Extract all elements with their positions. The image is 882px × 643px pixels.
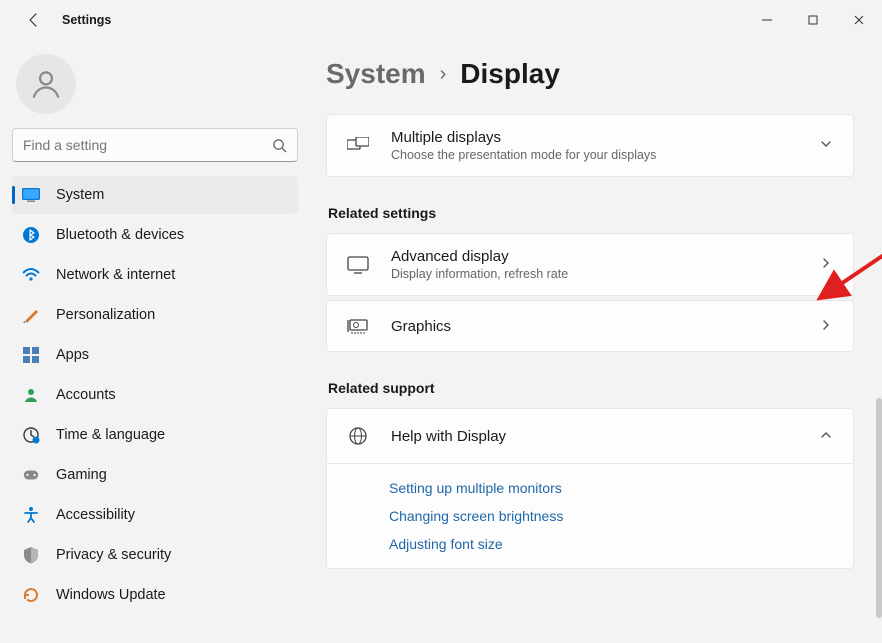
update-icon bbox=[22, 586, 40, 604]
sidebar-item-apps[interactable]: Apps bbox=[12, 336, 298, 374]
shield-icon bbox=[22, 546, 40, 564]
sidebar-item-gaming[interactable]: Gaming bbox=[12, 456, 298, 494]
minimize-button[interactable] bbox=[744, 0, 790, 40]
person-icon bbox=[22, 386, 40, 404]
sidebar-item-label: Windows Update bbox=[56, 587, 166, 603]
card-title: Multiple displays bbox=[391, 129, 797, 146]
card-subtitle: Display information, refresh rate bbox=[391, 267, 797, 281]
sidebar-item-update[interactable]: Windows Update bbox=[12, 576, 298, 614]
search-input[interactable] bbox=[12, 128, 298, 162]
card-subtitle: Choose the presentation mode for your di… bbox=[391, 148, 797, 162]
sidebar-item-label: Accounts bbox=[56, 387, 116, 403]
sidebar-item-time-language[interactable]: Time & language bbox=[12, 416, 298, 454]
card-advanced-display[interactable]: Advanced display Display information, re… bbox=[326, 233, 854, 296]
bluetooth-icon bbox=[22, 226, 40, 244]
displays-icon bbox=[347, 135, 369, 157]
gpu-icon bbox=[347, 315, 369, 337]
back-button[interactable] bbox=[18, 4, 50, 36]
sidebar: System Bluetooth & devices Network & int… bbox=[0, 40, 310, 643]
help-link[interactable]: Changing screen brightness bbox=[389, 508, 833, 524]
help-link[interactable]: Setting up multiple monitors bbox=[389, 480, 833, 496]
card-title: Help with Display bbox=[391, 428, 797, 445]
search-field[interactable] bbox=[23, 137, 272, 153]
section-related-settings: Related settings bbox=[328, 205, 854, 221]
monitor-icon bbox=[347, 254, 369, 276]
paintbrush-icon bbox=[22, 306, 40, 324]
person-icon bbox=[29, 67, 63, 101]
sidebar-item-label: Gaming bbox=[56, 467, 107, 483]
grid-icon bbox=[22, 346, 40, 364]
sidebar-item-network[interactable]: Network & internet bbox=[12, 256, 298, 294]
wifi-icon bbox=[22, 266, 40, 284]
globe-icon bbox=[347, 425, 369, 447]
breadcrumb: System › Display bbox=[326, 58, 854, 90]
sidebar-item-accounts[interactable]: Accounts bbox=[12, 376, 298, 414]
card-help: Help with Display Setting up multiple mo… bbox=[326, 408, 854, 569]
sidebar-item-label: Bluetooth & devices bbox=[56, 227, 184, 243]
chevron-right-icon: › bbox=[440, 63, 447, 86]
sidebar-item-system[interactable]: System bbox=[12, 176, 298, 214]
section-related-support: Related support bbox=[328, 380, 854, 396]
chevron-right-icon bbox=[819, 256, 833, 273]
sidebar-item-label: Privacy & security bbox=[56, 547, 171, 563]
accessibility-icon bbox=[22, 506, 40, 524]
card-title: Advanced display bbox=[391, 248, 797, 265]
gamepad-icon bbox=[22, 466, 40, 484]
card-graphics[interactable]: Graphics bbox=[326, 300, 854, 352]
main-content: System › Display Multiple displays Choos… bbox=[310, 40, 882, 643]
maximize-button[interactable] bbox=[790, 0, 836, 40]
avatar[interactable] bbox=[16, 54, 76, 114]
chevron-down-icon bbox=[819, 137, 833, 154]
chevron-up-icon bbox=[819, 428, 833, 445]
card-title: Graphics bbox=[391, 318, 797, 335]
sidebar-item-label: Time & language bbox=[56, 427, 165, 443]
chevron-right-icon bbox=[819, 318, 833, 335]
sidebar-item-label: Accessibility bbox=[56, 507, 135, 523]
breadcrumb-parent[interactable]: System bbox=[326, 58, 426, 90]
page-title: Display bbox=[460, 58, 560, 90]
sidebar-item-label: Personalization bbox=[56, 307, 155, 323]
sidebar-item-label: Apps bbox=[56, 347, 89, 363]
sidebar-item-privacy[interactable]: Privacy & security bbox=[12, 536, 298, 574]
sidebar-item-personalization[interactable]: Personalization bbox=[12, 296, 298, 334]
system-icon bbox=[22, 186, 40, 204]
help-link[interactable]: Adjusting font size bbox=[389, 536, 833, 552]
title-bar: Settings bbox=[0, 0, 882, 40]
sidebar-item-label: System bbox=[56, 187, 104, 203]
search-icon bbox=[272, 138, 287, 153]
window-title: Settings bbox=[62, 13, 111, 27]
sidebar-item-bluetooth[interactable]: Bluetooth & devices bbox=[12, 216, 298, 254]
close-button[interactable] bbox=[836, 0, 882, 40]
sidebar-item-accessibility[interactable]: Accessibility bbox=[12, 496, 298, 534]
clock-globe-icon bbox=[22, 426, 40, 444]
card-help-header[interactable]: Help with Display bbox=[327, 409, 853, 463]
sidebar-item-label: Network & internet bbox=[56, 267, 175, 283]
scrollbar[interactable] bbox=[876, 398, 882, 618]
card-multiple-displays[interactable]: Multiple displays Choose the presentatio… bbox=[326, 114, 854, 177]
